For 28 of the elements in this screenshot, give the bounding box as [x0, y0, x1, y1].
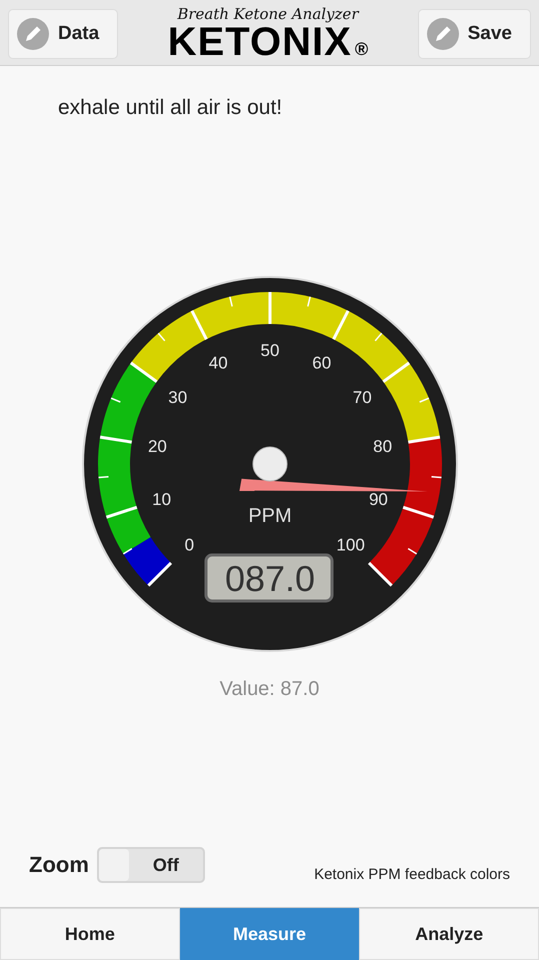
scale-label: 60	[312, 353, 331, 372]
value-text: Value: 87.0	[220, 678, 320, 701]
scale-label: 100	[336, 536, 364, 555]
pencil-icon	[17, 18, 49, 50]
scale-label: 40	[208, 353, 228, 372]
instruction-text: exhale until all air is out!	[58, 96, 284, 120]
scale-label: 90	[368, 490, 388, 510]
save-button[interactable]: Save	[418, 8, 531, 58]
nav-tab[interactable]: Measure	[180, 908, 360, 960]
nav-tab[interactable]: Analyze	[359, 908, 539, 960]
digital-readout: 087.0	[204, 554, 333, 602]
zoom-label: Zoom	[29, 852, 89, 878]
scale-label: 70	[352, 388, 372, 407]
zoom-toggle[interactable]: Off	[96, 847, 205, 883]
scale-label: 0	[184, 536, 194, 555]
data-button[interactable]: Data	[8, 8, 118, 58]
scale-label: 20	[147, 437, 166, 456]
unit-label: PPM	[248, 505, 292, 527]
registered-mark: ®	[354, 38, 368, 60]
nav-tab[interactable]: Home	[0, 908, 180, 960]
legend-text: Ketonix PPM feedback colors	[314, 866, 510, 882]
scale-label: 80	[372, 437, 392, 456]
logo-name: KETONIX	[168, 22, 352, 62]
pencil-icon	[426, 18, 459, 50]
scale-label: 10	[152, 490, 171, 510]
scale-label: 30	[168, 388, 187, 407]
logo-tagline: Breath Ketone Analyzer	[177, 6, 358, 22]
scale-label: 50	[260, 341, 279, 360]
